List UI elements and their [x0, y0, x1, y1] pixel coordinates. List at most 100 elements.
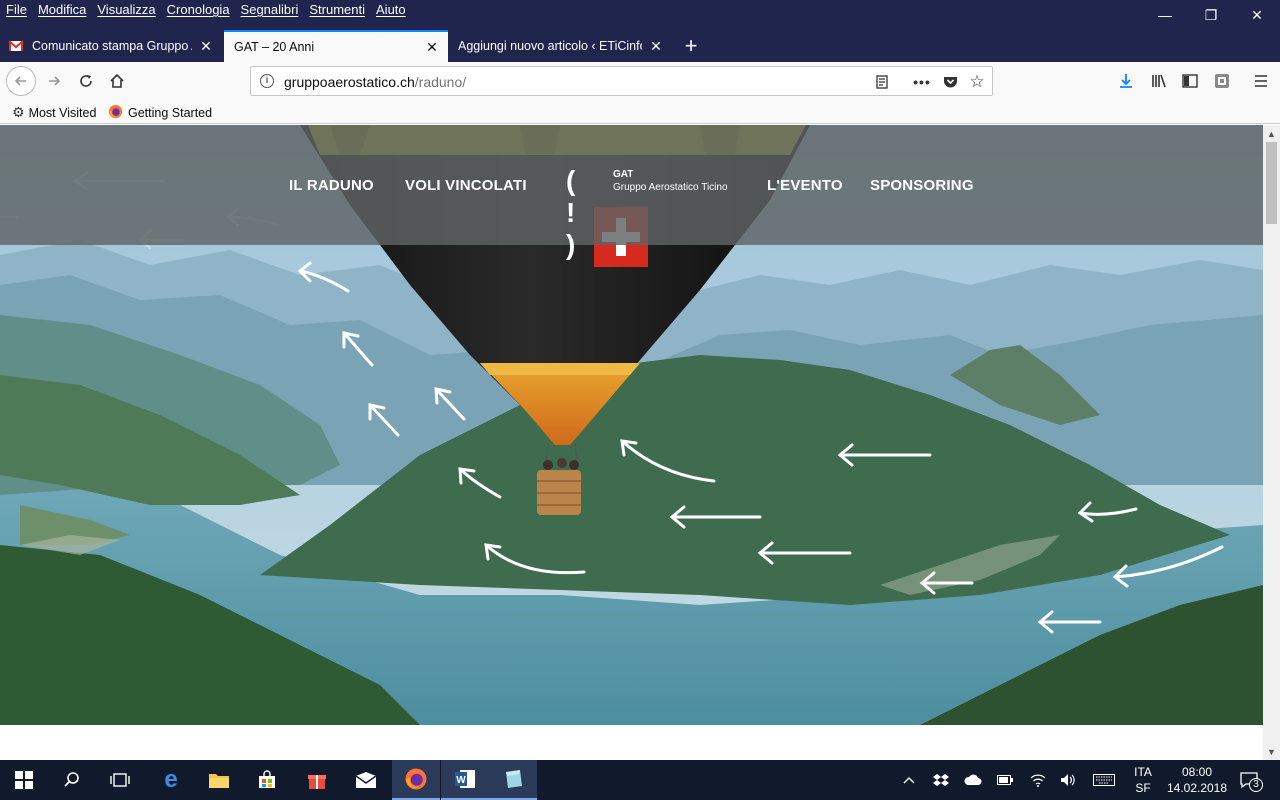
reader-view-icon[interactable]: [872, 72, 892, 92]
keyboard-layout: SF: [1135, 781, 1151, 795]
search-icon: [64, 772, 79, 787]
nav-sponsoring[interactable]: SPONSORING: [870, 177, 974, 194]
gift-icon: [308, 775, 326, 789]
start-button[interactable]: [0, 760, 48, 800]
taskbar-explorer[interactable]: [195, 760, 243, 800]
site-header: IL RADUNO VOLI VINCOLATI ( ! ) GAT Grupp…: [0, 125, 1263, 260]
scroll-down-icon[interactable]: ▼: [1263, 743, 1280, 760]
close-tab-icon[interactable]: ✕: [424, 39, 440, 56]
onedrive-icon[interactable]: [961, 760, 985, 800]
notification-count: 3: [1249, 778, 1263, 792]
library-icon[interactable]: [1145, 67, 1173, 95]
scroll-up-icon[interactable]: ▲: [1263, 125, 1280, 142]
firefox-icon: [108, 104, 123, 122]
gear-icon: ⚙: [12, 104, 25, 120]
page-scrollbar[interactable]: ▲ ▼: [1263, 125, 1280, 760]
wifi-icon[interactable]: [1027, 760, 1049, 800]
back-arrow-icon: [14, 76, 26, 86]
reload-button[interactable]: [72, 67, 100, 95]
bookmark-most-visited[interactable]: ⚙ Most Visited: [12, 104, 96, 121]
logo-subtitle: Gruppo Aerostatico Ticino: [613, 182, 728, 193]
bookmark-star-icon[interactable]: ☆: [967, 72, 987, 92]
url-bar[interactable]: i gruppoaerostatico.ch/raduno/ ••• ☆: [250, 66, 993, 96]
navigation-bar: i gruppoaerostatico.ch/raduno/ ••• ☆: [0, 62, 1280, 100]
nav-il-raduno[interactable]: IL RADUNO: [289, 177, 374, 194]
url-text: gruppoaerostatico.ch/raduno/: [284, 74, 467, 90]
search-button[interactable]: [48, 760, 96, 800]
svg-text:W: W: [456, 775, 466, 786]
logo-name: GAT: [613, 169, 634, 180]
chevron-up-icon: [903, 777, 915, 784]
reload-icon: [80, 75, 92, 87]
bookmark-label: Most Visited: [28, 105, 97, 120]
page-actions-icon[interactable]: •••: [912, 72, 932, 92]
taskbar-mail[interactable]: [342, 760, 390, 800]
mail-icon: [355, 772, 377, 788]
menu-strumenti[interactable]: Strumenti: [309, 2, 365, 17]
clock-time: 08:00: [1181, 765, 1213, 779]
page-viewport: IL RADUNO VOLI VINCOLATI ( ! ) GAT Grupp…: [0, 125, 1263, 760]
menu-cronologia[interactable]: Cronologia: [167, 2, 230, 17]
clock-date: 14.02.2018: [1166, 781, 1228, 795]
tab-bar: Comunicato stampa Gruppo Ae ✕ GAT – 20 A…: [0, 22, 1280, 62]
extension-icon[interactable]: [1208, 67, 1236, 95]
hero-image: IL RADUNO VOLI VINCOLATI ( ! ) GAT Grupp…: [0, 125, 1263, 725]
menu-aiuto[interactable]: Aiuto: [376, 2, 406, 17]
dropbox-icon[interactable]: [930, 760, 952, 800]
tab-aggiungi[interactable]: Aggiungi nuovo articolo ‹ ETiCinfo ✕: [450, 30, 672, 62]
show-hidden-icons[interactable]: [898, 760, 920, 800]
menu-bar: File Modifica Visualizza Cronologia Segn…: [0, 0, 1280, 23]
menu-modifica[interactable]: Modifica: [38, 2, 86, 17]
downloads-icon[interactable]: [1112, 67, 1140, 95]
forward-button[interactable]: [40, 67, 68, 95]
taskbar-store[interactable]: [243, 760, 291, 800]
scrollbar-thumb[interactable]: [1266, 142, 1277, 224]
nav-voli-vincolati[interactable]: VOLI VINCOLATI: [405, 177, 527, 194]
hamburger-menu-icon[interactable]: [1247, 67, 1275, 95]
nav-l-evento[interactable]: L'EVENTO: [767, 177, 843, 194]
menu-visualizza[interactable]: Visualizza: [97, 2, 155, 17]
tab-comunicato[interactable]: Comunicato stampa Gruppo Ae ✕: [0, 30, 222, 62]
bookmark-getting-started[interactable]: Getting Started: [108, 104, 212, 122]
volume-icon[interactable]: [1057, 760, 1079, 800]
task-view-button[interactable]: [96, 760, 144, 800]
tab-title: Comunicato stampa Gruppo Ae: [32, 39, 192, 53]
menu-file[interactable]: File: [6, 2, 27, 17]
taskbar-gift-app[interactable]: [293, 760, 341, 800]
menu-segnalibri[interactable]: Segnalibri: [241, 2, 299, 17]
language-indicator[interactable]: ITA SF: [1126, 760, 1160, 800]
windows-taskbar: e W ITA SF 08:00 14.02.2018 3: [0, 760, 1280, 800]
firefox-icon: [405, 768, 427, 790]
taskbar-word[interactable]: W: [441, 760, 489, 800]
site-info-icon[interactable]: i: [260, 74, 274, 88]
logo-mark: ( ! ): [566, 165, 576, 260]
store-icon: [259, 770, 275, 788]
taskbar-edge[interactable]: e: [147, 760, 195, 800]
taskbar-notes-app[interactable]: [489, 760, 537, 800]
word-icon: W: [455, 770, 475, 788]
folder-icon: [209, 774, 229, 788]
sidebar-icon[interactable]: [1176, 67, 1204, 95]
tab-gat[interactable]: GAT – 20 Anni ✕: [224, 30, 448, 62]
keyboard-icon[interactable]: [1090, 760, 1118, 800]
back-button[interactable]: [6, 66, 36, 96]
gmail-icon: [8, 38, 24, 54]
windows-logo-icon: [15, 771, 33, 789]
taskbar-firefox[interactable]: [392, 760, 440, 800]
edge-icon: e: [164, 766, 178, 793]
notes-icon: [506, 770, 522, 788]
bookmarks-toolbar: ⚙ Most Visited Getting Started: [0, 100, 1280, 124]
language-code: ITA: [1134, 765, 1152, 779]
close-tab-icon[interactable]: ✕: [198, 38, 214, 55]
close-tab-icon[interactable]: ✕: [648, 38, 664, 55]
home-button[interactable]: [103, 67, 131, 95]
action-center-button[interactable]: 3: [1234, 760, 1264, 800]
battery-icon[interactable]: [994, 760, 1016, 800]
task-view-icon: [110, 773, 130, 787]
pocket-icon[interactable]: [940, 72, 960, 92]
tab-title: GAT – 20 Anni: [234, 40, 315, 54]
home-icon: [110, 73, 124, 88]
clock[interactable]: 08:00 14.02.2018: [1164, 760, 1230, 800]
new-tab-button[interactable]: +: [678, 30, 704, 62]
tab-title: Aggiungi nuovo articolo ‹ ETiCinfo: [458, 39, 642, 53]
